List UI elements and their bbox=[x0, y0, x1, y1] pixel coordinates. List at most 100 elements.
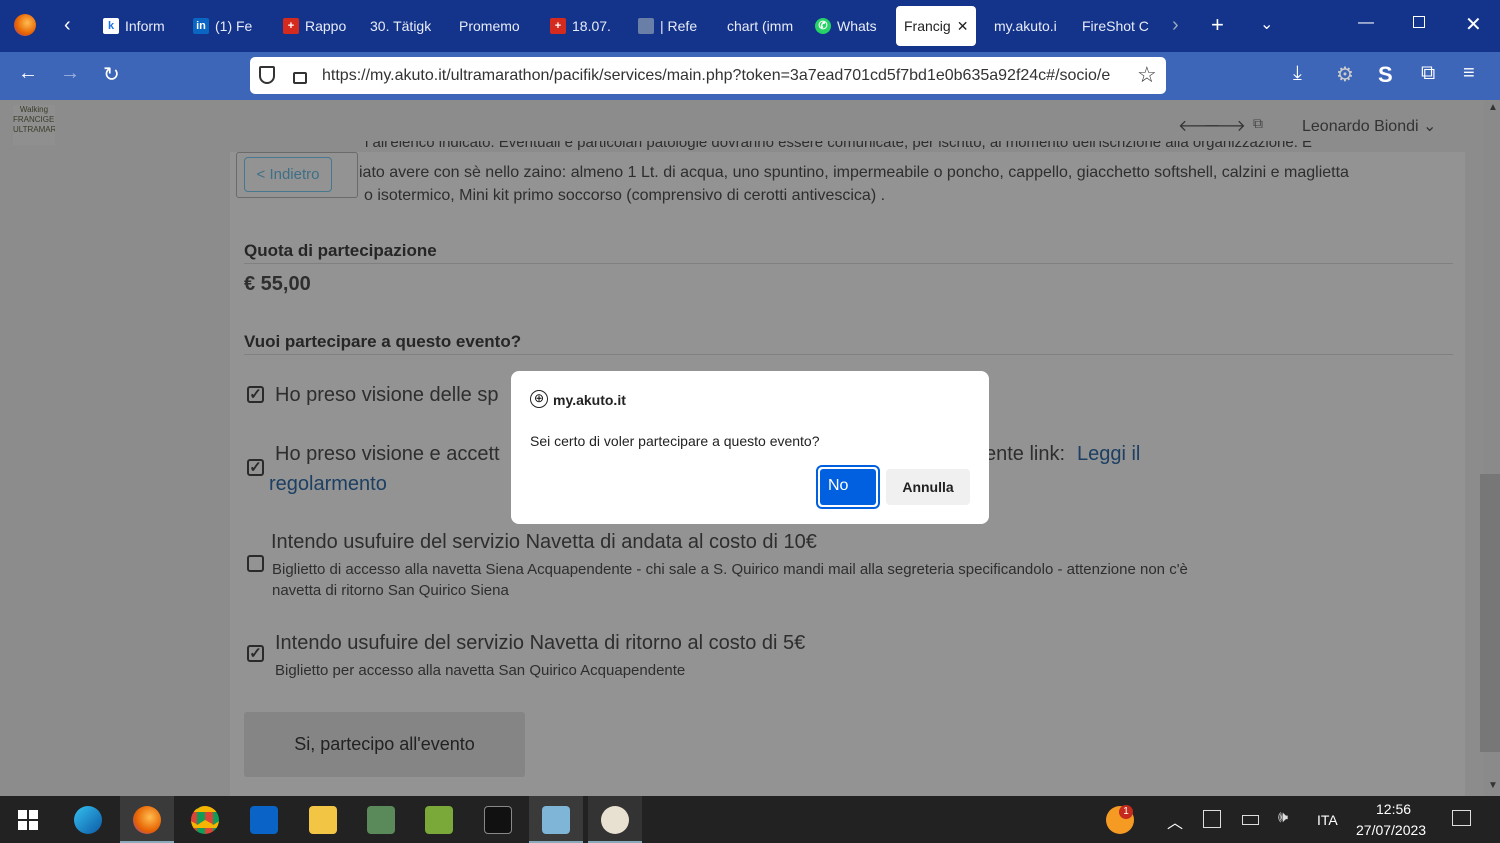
lock-icon[interactable] bbox=[293, 72, 307, 84]
tab[interactable]: chart (imm bbox=[727, 6, 793, 46]
checkbox-option-2[interactable]: ✓ bbox=[247, 459, 264, 476]
tabs-scroll-left-icon[interactable]: ‹ bbox=[64, 14, 71, 37]
tray-chevron-icon[interactable]: ︿ bbox=[1167, 809, 1183, 833]
tab[interactable]: k Inform bbox=[103, 6, 165, 46]
minimize-icon[interactable]: — bbox=[1358, 14, 1374, 32]
s-extension-icon[interactable]: S bbox=[1378, 62, 1393, 88]
taskbar bbox=[0, 796, 1500, 843]
notepad-icon[interactable] bbox=[425, 806, 453, 834]
site-logo[interactable]: WalkingFRANCIGENAULTRAMARATHON bbox=[13, 105, 55, 145]
extensions-icon[interactable]: ⧉ bbox=[1421, 62, 1435, 85]
tab-label: Rappo bbox=[305, 18, 347, 34]
user-name: Leonardo Biondi bbox=[1302, 118, 1419, 135]
battery-icon[interactable] bbox=[1242, 815, 1259, 825]
onys-icon bbox=[638, 18, 654, 34]
tab-label: Inform bbox=[125, 18, 165, 34]
submit-button[interactable]: Si, partecipo all'evento bbox=[244, 712, 525, 777]
back-button[interactable]: < Indietro bbox=[244, 157, 332, 192]
firefox-taskbar-icon[interactable] bbox=[133, 806, 161, 834]
tab[interactable]: + Rappo bbox=[283, 6, 346, 46]
bookmark-star-icon[interactable]: ☆ bbox=[1137, 62, 1157, 88]
tab[interactable]: Promemo bbox=[459, 6, 520, 46]
close-tab-icon[interactable]: ✕ bbox=[957, 18, 969, 35]
app-icon[interactable] bbox=[542, 806, 570, 834]
dialog-origin: my.akuto.it bbox=[553, 392, 626, 408]
tab[interactable]: 30. Tätigk bbox=[370, 6, 431, 46]
tab-label: 30. Tätigk bbox=[370, 18, 432, 34]
tab-label: Whats bbox=[837, 18, 877, 34]
extension-gear-icon[interactable]: ⚙ bbox=[1336, 62, 1354, 87]
external-link-icon[interactable]: ⧉ bbox=[1253, 115, 1263, 132]
section-title: Quota di partecipazione bbox=[244, 241, 437, 260]
tab[interactable]: FireShot C bbox=[1082, 6, 1149, 46]
option-label: Ho preso visione delle sp bbox=[275, 384, 499, 406]
user-menu[interactable]: Leonardo Biondi ⌄ bbox=[1302, 116, 1436, 136]
regolamento-link[interactable]: regolarmento bbox=[269, 473, 387, 496]
tab-label: chart (imm bbox=[727, 18, 794, 34]
tab-label: 18.07. bbox=[572, 18, 611, 34]
tab-label: my.akuto.i bbox=[994, 18, 1057, 34]
chrome-icon[interactable] bbox=[191, 806, 219, 834]
paint-icon[interactable] bbox=[601, 806, 629, 834]
clock-date[interactable]: 27/07/2023 bbox=[1356, 822, 1426, 838]
clock-time[interactable]: 12:56 bbox=[1376, 801, 1411, 817]
option-label: Intendo usufuire del servizio Navetta di… bbox=[275, 632, 806, 654]
download-icon[interactable]: ⤓ bbox=[1293, 62, 1302, 85]
weather-badge: 1 bbox=[1119, 805, 1133, 819]
option-label: ente link: bbox=[985, 443, 1066, 465]
tab[interactable]: Francig ✕ bbox=[896, 6, 977, 46]
tab-label: (1) Fe bbox=[215, 18, 253, 34]
history-forward-icon[interactable]: 🡒 bbox=[1203, 115, 1246, 136]
tab-label: FireShot C bbox=[1082, 18, 1149, 34]
chevron-down-icon: ⌄ bbox=[1423, 118, 1437, 135]
regolamento-link[interactable]: Leggi il bbox=[1077, 443, 1140, 466]
outlook-icon[interactable] bbox=[250, 806, 278, 834]
list-tabs-icon[interactable]: ⌄ bbox=[1260, 14, 1273, 34]
notifications-icon[interactable] bbox=[1452, 810, 1471, 826]
confirm-dialog: ⊕ my.akuto.it Sei certo di voler parteci… bbox=[511, 371, 989, 524]
text-line: iato avere con sè nello zaino: almeno 1 … bbox=[359, 164, 1349, 181]
option-label: Intendo usufuire del servizio Navetta di… bbox=[271, 531, 817, 553]
checkbox-option-3[interactable] bbox=[247, 555, 264, 572]
url-bar[interactable]: https://my.akuto.it/ultramarathon/pacifi… bbox=[250, 57, 1166, 94]
tab[interactable]: | Refe bbox=[638, 6, 697, 46]
volume-icon[interactable]: 🕪 bbox=[1278, 809, 1288, 827]
tab[interactable]: ✆ Whats bbox=[815, 6, 877, 46]
close-window-icon[interactable]: ✕ bbox=[1465, 12, 1482, 37]
linkedin-icon: in bbox=[193, 18, 209, 34]
start-icon[interactable] bbox=[18, 810, 38, 830]
edge-icon[interactable] bbox=[74, 806, 102, 834]
no-button[interactable]: No bbox=[816, 465, 880, 509]
tab[interactable]: +18.07. bbox=[550, 6, 611, 46]
swiss-icon: + bbox=[283, 18, 299, 34]
url-text: https://my.akuto.it/ultramarathon/pacifi… bbox=[322, 66, 1111, 84]
menu-icon[interactable]: ≡ bbox=[1463, 62, 1475, 85]
text-line: o isotermico, Mini kit primo soccorso (c… bbox=[364, 187, 886, 204]
text-line: i all'elenco indicato. Eventuali e parti… bbox=[365, 141, 1313, 151]
shield-icon[interactable] bbox=[259, 66, 275, 84]
network-tool-icon[interactable] bbox=[367, 806, 395, 834]
tab-label: | Refe bbox=[660, 18, 698, 34]
tab[interactable]: in (1) Fe bbox=[193, 6, 252, 46]
language-indicator[interactable]: ITA bbox=[1317, 812, 1338, 828]
checkbox-option-1[interactable]: ✓ bbox=[247, 386, 264, 403]
file-explorer-icon[interactable] bbox=[309, 806, 337, 834]
tabs-scroll-right-icon[interactable]: › bbox=[1172, 14, 1179, 37]
option-desc: Biglietto di accesso alla navetta Siena … bbox=[272, 561, 1188, 578]
tab[interactable]: my.akuto.i bbox=[994, 6, 1057, 46]
reload-icon[interactable]: ↻ bbox=[103, 62, 120, 87]
whatsapp-icon: ✆ bbox=[815, 18, 831, 34]
terminal-icon[interactable] bbox=[484, 806, 512, 834]
cancel-button[interactable]: Annulla bbox=[886, 469, 970, 505]
globe-icon: ⊕ bbox=[530, 390, 548, 408]
dialog-message: Sei certo di voler partecipare a questo … bbox=[530, 433, 820, 449]
restore-icon[interactable] bbox=[1413, 16, 1425, 28]
tab-bar: ‹ k Inform in (1) Fe + Rappo 30. Tätigk Promemo… bbox=[0, 0, 1500, 52]
checkbox-option-4[interactable]: ✓ bbox=[247, 645, 264, 662]
sync-icon[interactable] bbox=[1203, 810, 1221, 828]
option-desc: Biglietto per accesso alla navetta San Q… bbox=[275, 662, 686, 679]
new-tab-icon[interactable]: + bbox=[1211, 12, 1224, 38]
scrollbar[interactable]: ▲ ▼ bbox=[1480, 100, 1500, 796]
back-icon[interactable]: ← bbox=[18, 62, 38, 85]
firefox-icon[interactable] bbox=[14, 14, 36, 36]
